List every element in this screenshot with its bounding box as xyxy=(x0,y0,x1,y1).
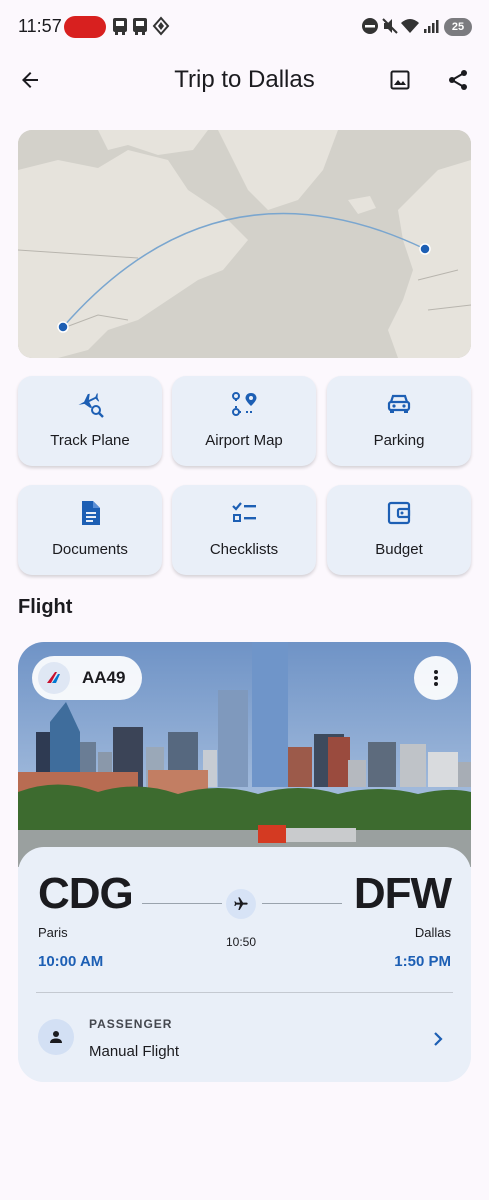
plane-indicator xyxy=(226,889,256,919)
flight-details: CDG DFW Paris Dallas 10:50 10:00 AM 1:50… xyxy=(18,847,471,1082)
person-icon xyxy=(50,1031,62,1043)
app-notification-icon xyxy=(133,18,147,35)
airport-map-button[interactable]: Airport Map xyxy=(172,376,316,466)
share-button[interactable] xyxy=(438,60,478,100)
battery-icon: 25 xyxy=(444,18,472,36)
documents-button[interactable]: Documents xyxy=(18,485,162,575)
route-map-icon xyxy=(232,392,257,416)
passenger-label: PASSENGER xyxy=(89,1017,173,1031)
parking-label: Parking xyxy=(373,432,425,449)
checklists-button[interactable]: Checklists xyxy=(172,485,316,575)
destination-code: DFW xyxy=(353,869,452,918)
diamond-icon xyxy=(152,16,170,36)
passenger-name[interactable]: Manual Flight xyxy=(89,1043,179,1060)
top-app-bar: Trip to Dallas xyxy=(0,52,489,108)
track-plane-button[interactable]: Track Plane xyxy=(18,376,162,466)
share-icon xyxy=(449,70,467,90)
route-map[interactable] xyxy=(18,130,471,358)
american-airlines-logo xyxy=(38,662,70,694)
status-time: 11:57 xyxy=(18,16,62,36)
wallet-icon xyxy=(387,501,411,525)
route-line-right xyxy=(262,903,342,904)
departure-time: 10:00 AM xyxy=(38,953,104,970)
flight-duration: 10:50 xyxy=(225,935,257,949)
divider xyxy=(36,992,453,993)
mute-icon xyxy=(382,18,398,34)
flight-search-icon xyxy=(78,393,104,418)
arrival-time: 1:50 PM xyxy=(394,953,451,970)
image-button[interactable] xyxy=(380,60,420,100)
app-notification-icon xyxy=(113,18,127,35)
origin-marker xyxy=(419,243,431,255)
track-plane-label: Track Plane xyxy=(50,432,130,449)
more-vert-icon xyxy=(434,670,438,686)
route-line-left xyxy=(142,903,222,904)
signal-icon xyxy=(424,20,439,33)
flight-number-chip: AA49 xyxy=(32,656,142,700)
destination-marker xyxy=(57,321,69,333)
checklist-icon xyxy=(232,502,256,522)
flight-number: AA49 xyxy=(82,668,126,687)
document-icon xyxy=(82,501,100,525)
origin-code: CDG xyxy=(38,869,134,918)
status-bar: 11:57 25 xyxy=(0,0,489,52)
do-not-disturb-icon xyxy=(362,18,378,34)
map-illustration xyxy=(18,130,471,358)
flight-menu-button[interactable] xyxy=(414,656,458,700)
car-icon xyxy=(387,394,411,413)
budget-label: Budget xyxy=(375,541,423,558)
wifi-icon xyxy=(401,19,419,33)
airport-map-label: Airport Map xyxy=(205,432,283,449)
flight-card[interactable]: AA49 CDG DFW Paris Dallas 10:50 10:00 AM… xyxy=(18,642,471,1082)
chevron-right-icon[interactable] xyxy=(428,1029,448,1049)
documents-label: Documents xyxy=(52,541,128,558)
parking-button[interactable]: Parking xyxy=(327,376,471,466)
checklists-label: Checklists xyxy=(209,541,279,558)
passenger-avatar xyxy=(38,1019,74,1055)
airplane-icon xyxy=(234,897,248,910)
recording-indicator xyxy=(64,16,106,38)
image-icon xyxy=(390,70,410,90)
budget-button[interactable]: Budget xyxy=(327,485,471,575)
flight-section-title: Flight xyxy=(18,596,73,618)
